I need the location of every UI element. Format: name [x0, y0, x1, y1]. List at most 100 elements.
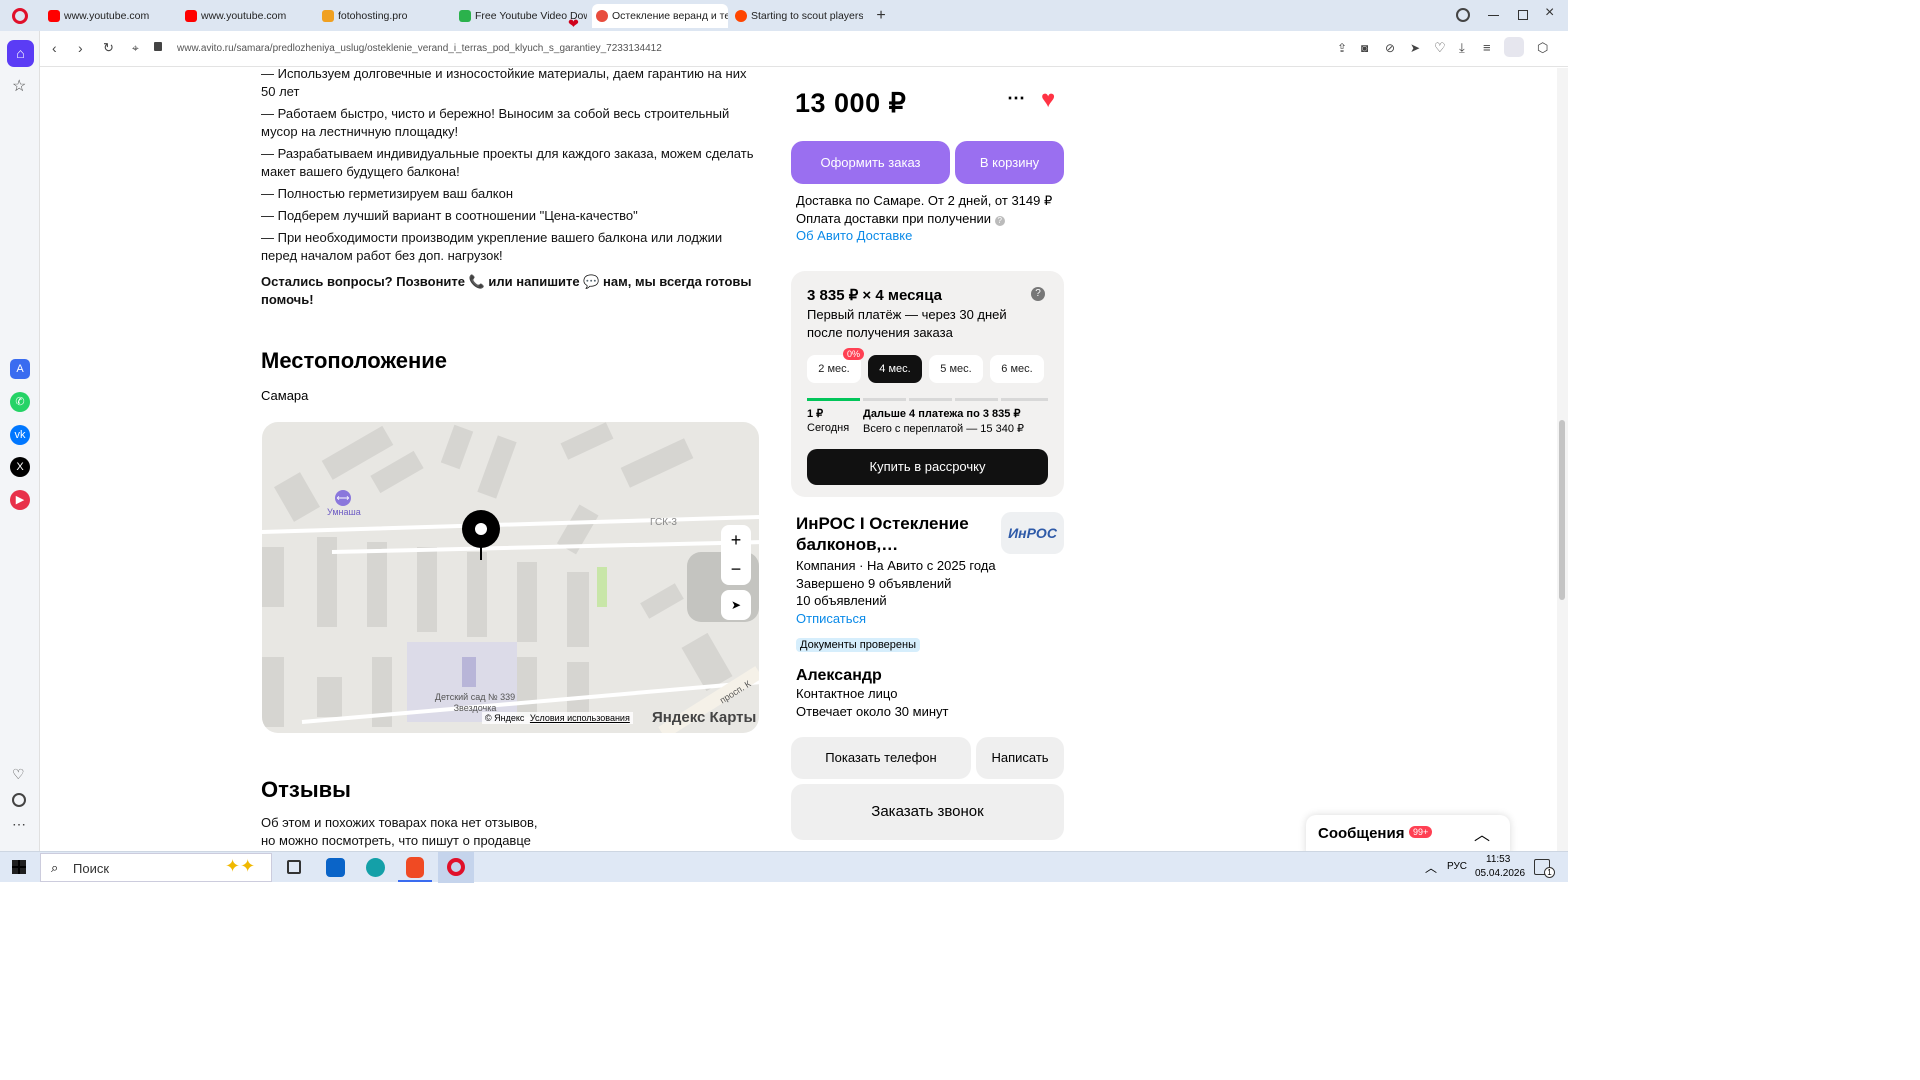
messages-widget[interactable]: Сообщения 99+ ︿	[1306, 815, 1510, 851]
heart-badge-icon: ❤	[568, 16, 579, 31]
reddit-icon	[735, 10, 747, 22]
brave-icon[interactable]	[406, 857, 424, 878]
language-indicator[interactable]: РУС	[1447, 861, 1467, 872]
map-garage-label: ГСК-3	[650, 517, 677, 528]
opera-taskbar-icon[interactable]	[438, 852, 474, 883]
outlook-icon[interactable]	[326, 858, 345, 877]
map-pin-stem	[480, 546, 482, 560]
tab-youtube-1[interactable]: www.youtube.com	[44, 4, 174, 28]
tab-label: www.youtube.com	[201, 10, 287, 22]
delivery-payment: Оплата доставки при получении ?	[796, 211, 1005, 226]
progress-segment	[909, 398, 952, 401]
new-tab-button[interactable]: +	[872, 7, 890, 25]
edge-icon[interactable]	[366, 858, 385, 877]
description-line: — Работаем быстро, чисто и бережно! Выно…	[261, 106, 730, 139]
term-option-5[interactable]: 5 мес.	[929, 355, 983, 383]
total-overpayment: Всего с переплатой — 15 340 ₽	[863, 423, 1025, 435]
favorites-icon[interactable]: ♡	[12, 766, 25, 783]
url-field[interactable]: www.avito.ru/samara/predlozheniya_uslug/…	[177, 43, 662, 54]
aria-icon[interactable]: A	[10, 359, 30, 379]
clock-time[interactable]: 11:53	[1486, 854, 1510, 865]
tab-reddit[interactable]: Starting to scout players fo	[731, 4, 863, 28]
search-tabs-icon[interactable]	[1456, 8, 1470, 22]
favorite-heart-icon[interactable]: ♥	[1041, 86, 1055, 114]
adblock-icon[interactable]: ⊘	[1385, 41, 1395, 55]
map-kindergarten-label: Детский сад № 339 Звездочка	[434, 692, 516, 713]
delivery-info: Доставка по Самаре. От 2 дней, от 3149 ₽	[796, 193, 1053, 208]
map-copyright-text: © Яндекс	[485, 713, 525, 723]
task-view-icon[interactable]	[287, 860, 301, 874]
description-line: — Подберем лучший вариант в соотношении …	[261, 208, 638, 223]
clock-date[interactable]: 05.04.2026	[1475, 868, 1525, 879]
opera-logo-icon[interactable]	[12, 8, 28, 24]
contact-role: Контактное лицо	[796, 686, 898, 701]
lock-icon[interactable]	[154, 42, 162, 51]
more-icon[interactable]: ⋯	[12, 816, 26, 833]
seller-ads[interactable]: 10 объявлений	[796, 593, 887, 608]
show-phone-button[interactable]: Показать телефон	[791, 737, 971, 779]
yandex-maps-logo[interactable]: Яндекс Карты	[652, 709, 756, 726]
progress-segment	[807, 398, 860, 401]
zoom-in-button[interactable]: +	[721, 525, 751, 555]
geolocation-button[interactable]: ➤	[721, 590, 751, 620]
description-line: — Используем долговечные и износостойкие…	[261, 68, 747, 99]
reload-icon[interactable]: ↻	[103, 40, 114, 56]
vk-icon[interactable]: vk	[10, 425, 30, 445]
x-twitter-icon[interactable]: X	[10, 457, 30, 477]
term-option-4[interactable]: 4 мес.	[868, 355, 922, 383]
term-option-6[interactable]: 6 мес.	[990, 355, 1044, 383]
avito-delivery-link[interactable]: Об Авито Доставке	[796, 228, 912, 243]
history-icon[interactable]	[12, 793, 26, 807]
help-icon[interactable]: ?	[994, 216, 1005, 226]
add-to-cart-button[interactable]: В корзину	[955, 141, 1064, 184]
home-button[interactable]: ⌂	[7, 40, 34, 67]
fitness-marker-icon[interactable]: ⟷	[335, 490, 351, 506]
write-message-button[interactable]: Написать	[976, 737, 1064, 779]
easy-setup-icon[interactable]: ≡	[1483, 40, 1491, 55]
pinboard-icon[interactable]: ☆	[12, 76, 26, 96]
installment-help-icon[interactable]: ?	[1031, 287, 1045, 301]
map-pin-icon	[462, 510, 500, 548]
next-payments: Дальше 4 платежа по 3 835 ₽	[863, 408, 1021, 420]
camera-icon[interactable]: ◙	[1361, 41, 1368, 55]
description-line: — Полностью герметизируем ваш балкон	[261, 186, 514, 201]
map-terms-link[interactable]: Условия использования	[530, 713, 630, 723]
zero-percent-badge: 0%	[843, 348, 865, 360]
order-button[interactable]: Оформить заказ	[791, 141, 950, 184]
location-title: Местоположение	[261, 348, 448, 373]
unsubscribe-link[interactable]: Отписаться	[796, 611, 866, 626]
restore-button[interactable]	[1518, 10, 1528, 20]
location-pin-icon: ⌖	[132, 41, 139, 55]
zoom-out-button[interactable]: −	[721, 555, 751, 585]
seller-logo[interactable]: ИнРОС	[1001, 512, 1064, 554]
request-call-button[interactable]: Заказать звонок	[791, 784, 1064, 840]
tab-youtube-2[interactable]: www.youtube.com	[181, 4, 311, 28]
tray-chevron-icon[interactable]: ︿	[1425, 859, 1437, 876]
tab-label: Остекление веранд и тер	[612, 10, 728, 22]
extensions-icon[interactable]: ⬡	[1537, 40, 1548, 56]
yandex-map[interactable]: ⟷ Умнаша ГСК-3 Детский сад № 339 Звездоч…	[262, 422, 759, 733]
tab-fotohosting[interactable]: fotohosting.pro	[318, 4, 448, 28]
chevron-up-icon[interactable]: ︿	[1474, 821, 1490, 845]
windows-start-icon[interactable]	[12, 860, 26, 874]
profile-icon[interactable]	[1504, 37, 1524, 57]
back-icon[interactable]: ‹	[52, 40, 57, 56]
whatsapp-icon[interactable]: ✆	[10, 392, 30, 412]
scrollbar-thumb[interactable]	[1559, 420, 1565, 600]
minimize-button[interactable]	[1488, 15, 1499, 16]
share-icon[interactable]: ⇪	[1337, 41, 1347, 55]
download-icon[interactable]: ⤓	[1459, 40, 1465, 56]
seller-completed[interactable]: Завершено 9 объявлений	[796, 576, 951, 591]
forward-icon[interactable]: ›	[78, 40, 83, 56]
close-window-button[interactable]: ×	[1545, 4, 1554, 22]
more-options-icon[interactable]: ⋯	[1007, 88, 1025, 109]
buy-installment-button[interactable]: Купить в рассрочку	[807, 449, 1048, 485]
music-player-icon[interactable]: ▶	[10, 490, 30, 510]
send-icon[interactable]: ➤	[1410, 41, 1420, 55]
taskbar-search[interactable]: ⌕ Поиск ✦✦	[40, 853, 272, 882]
delivery-payment-text: Оплата доставки при получении	[796, 211, 992, 226]
seller-name[interactable]: ИнРОС I Остекление балконов,…	[796, 513, 996, 555]
opera-sidebar: ⌂ ☆ A ✆ vk X ▶ ♡ ⋯	[0, 31, 40, 851]
tab-avito-active[interactable]: Остекление веранд и тер	[592, 4, 728, 28]
heart-outline-icon[interactable]: ♡	[1434, 40, 1446, 56]
